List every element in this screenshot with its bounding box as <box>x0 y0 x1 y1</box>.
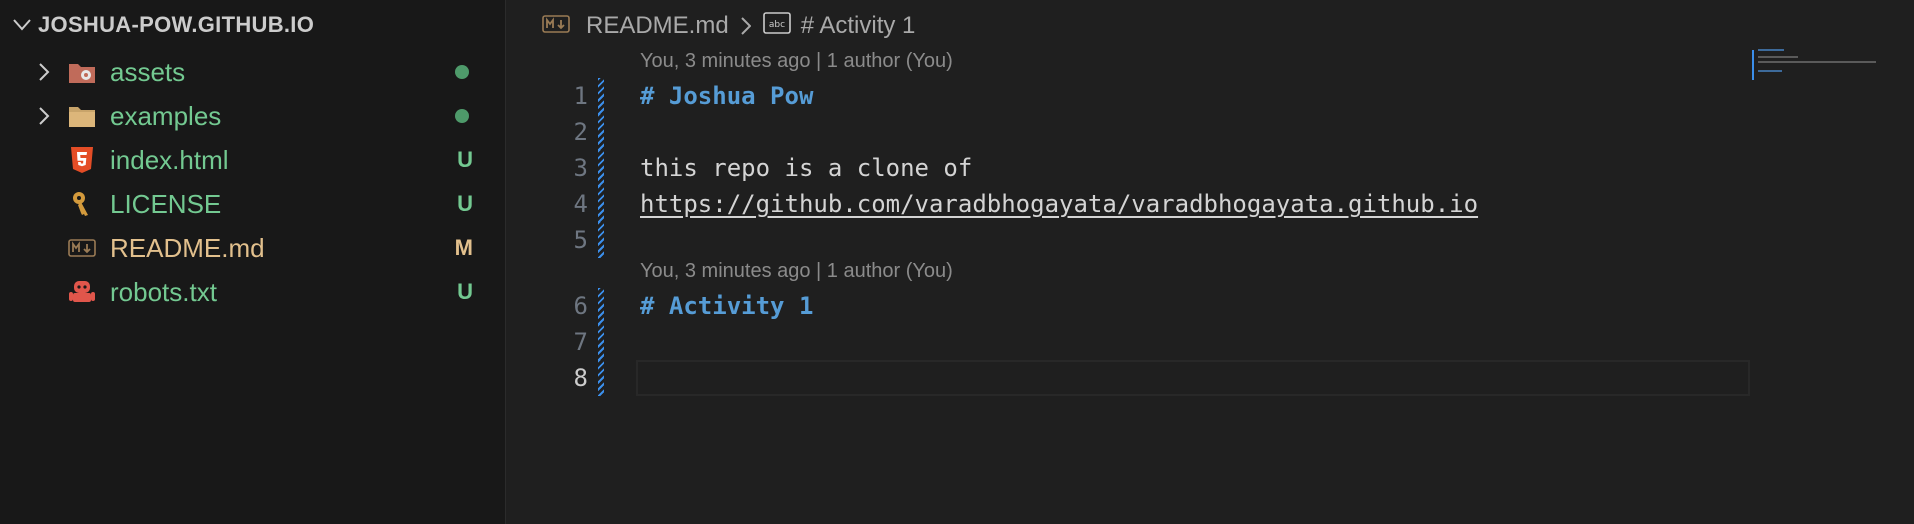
assets-folder-icon <box>68 58 96 86</box>
breadcrumb: README.md abc # Activity 1 <box>542 8 915 44</box>
untracked-dot-badge <box>455 109 469 123</box>
workspace-folder-name: JOSHUA-POW.GITHUB.IO <box>38 12 315 37</box>
svg-text:abc: abc <box>769 20 785 30</box>
untracked-dot-badge <box>455 65 469 79</box>
line-number: 1 <box>573 82 588 110</box>
line-number: 4 <box>573 190 588 218</box>
code-line-active[interactable]: 8 <box>506 360 1914 396</box>
markdown-icon <box>542 12 570 40</box>
tree-item-label: LICENSE <box>110 188 222 219</box>
editor-pane[interactable]: README.md abc # Activity 1 You, 3 minute… <box>506 0 1914 524</box>
minimap-line <box>1758 61 1876 63</box>
git-added-gutter-mark <box>598 114 604 150</box>
code-line[interactable]: 2 <box>506 114 1914 150</box>
minimap-git-mark <box>1752 50 1754 80</box>
git-added-gutter-mark <box>598 360 604 396</box>
git-added-gutter-mark <box>598 150 604 186</box>
tree-item-label: examples <box>110 100 222 131</box>
git-added-gutter-mark <box>598 222 604 258</box>
license-key-icon <box>68 190 96 218</box>
breadcrumb-file[interactable]: README.md <box>586 12 729 40</box>
tree-item-index-html[interactable]: index.html U <box>0 138 505 182</box>
git-blame-annotation[interactable]: You, 3 minutes ago | 1 author (You) <box>640 50 953 73</box>
tree-item-label: assets <box>110 56 186 87</box>
git-status-badge: U <box>457 279 473 304</box>
html5-icon <box>68 146 96 174</box>
git-status-badge: M <box>454 235 473 260</box>
git-added-gutter-mark <box>598 186 604 222</box>
git-added-gutter-mark <box>598 78 604 114</box>
code-text: # Joshua Pow <box>640 82 814 110</box>
workspace-folder-header[interactable]: JOSHUA-POW.GITHUB.IO <box>0 0 505 50</box>
git-added-gutter-mark <box>598 324 604 360</box>
code-line[interactable]: 3 this repo is a clone of <box>506 150 1914 186</box>
tree-item-readme[interactable]: README.md M <box>0 226 505 270</box>
line-number: 7 <box>573 328 588 356</box>
vscode-window: JOSHUA-POW.GITHUB.IO assets examples ind… <box>0 0 1914 524</box>
tree-item-examples[interactable]: examples <box>0 94 505 138</box>
tree-item-robots[interactable]: robots.txt U <box>0 270 505 314</box>
tree-item-label: robots.txt <box>110 276 217 307</box>
string-symbol-icon: abc <box>762 11 791 41</box>
git-status-badge: U <box>457 147 473 172</box>
tree-item-assets[interactable]: assets <box>0 50 505 94</box>
line-number: 8 <box>573 364 588 392</box>
folder-icon <box>68 102 96 130</box>
chevron-down-icon <box>8 11 36 39</box>
line-number: 5 <box>573 226 588 254</box>
tree-item-license[interactable]: LICENSE U <box>0 182 505 226</box>
explorer-sidebar: JOSHUA-POW.GITHUB.IO assets examples ind… <box>0 0 506 524</box>
minimap[interactable] <box>1752 44 1876 84</box>
line-number: 3 <box>573 154 588 182</box>
code-text: this repo is a clone of <box>640 154 973 182</box>
minimap-line <box>1758 49 1784 51</box>
line-number: 6 <box>573 292 588 320</box>
line-number: 2 <box>573 118 588 146</box>
tree-item-label: README.md <box>110 232 265 263</box>
chevron-right-icon <box>740 17 751 35</box>
markdown-icon <box>68 234 96 262</box>
git-blame-annotation[interactable]: You, 3 minutes ago | 1 author (You) <box>640 260 953 283</box>
code-line[interactable]: 6 # Activity 1 <box>506 288 1914 324</box>
code-area[interactable]: You, 3 minutes ago | 1 author (You) 1 # … <box>506 40 1914 524</box>
tree-item-label: index.html <box>110 144 229 175</box>
chevron-right-icon <box>32 60 56 84</box>
git-status-badge: U <box>457 191 473 216</box>
code-link[interactable]: https://github.com/varadbhogayata/varadb… <box>640 190 1478 218</box>
code-text: # Activity 1 <box>640 292 814 320</box>
code-line[interactable]: 4 https://github.com/varadbhogayata/vara… <box>506 186 1914 222</box>
code-line[interactable]: 5 <box>506 222 1914 258</box>
code-line[interactable]: 1 # Joshua Pow <box>506 78 1914 114</box>
breadcrumb-symbol[interactable]: # Activity 1 <box>801 12 916 40</box>
git-added-gutter-mark <box>598 288 604 324</box>
code-line[interactable]: 7 <box>506 324 1914 360</box>
minimap-line <box>1758 56 1798 58</box>
minimap-line <box>1758 70 1782 72</box>
chevron-right-icon <box>32 104 56 128</box>
robot-icon <box>68 278 96 306</box>
